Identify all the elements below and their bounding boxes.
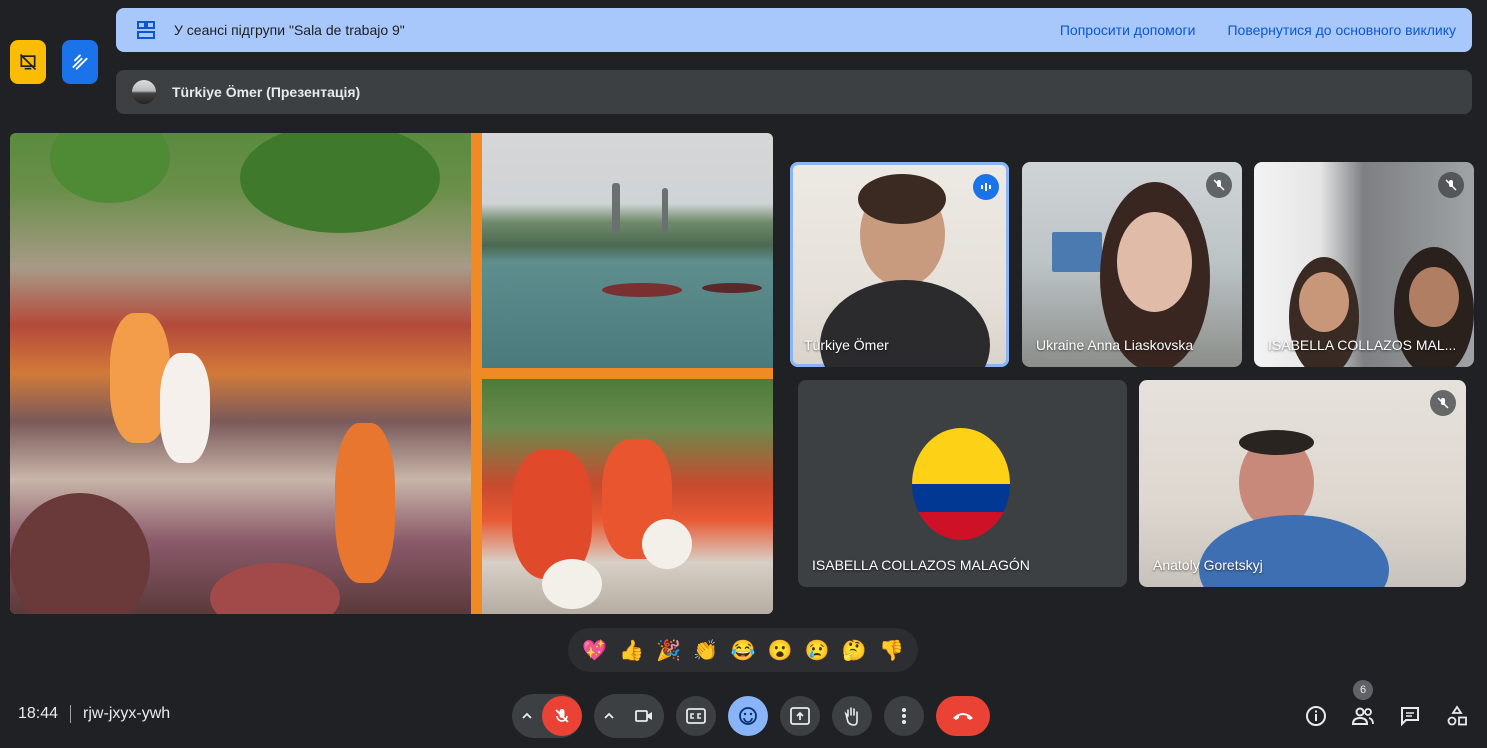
people-icon: [1351, 707, 1374, 725]
presenter-avatar: [132, 80, 156, 104]
mic-toggle-button[interactable]: [542, 696, 582, 736]
return-to-main-call-button[interactable]: Повернутися до основного виклику: [1227, 22, 1456, 38]
presentation-label: Türkiye Ömer (Презентація): [172, 84, 361, 100]
clock-time: 18:44: [18, 705, 59, 722]
colombia-flag-avatar: [912, 428, 1010, 540]
audio-options-chevron-icon[interactable]: [512, 694, 542, 738]
festival-crowd-photo: [10, 133, 471, 614]
participant-name: Türkiye Ömer: [804, 337, 889, 353]
reaction-sparkling-heart[interactable]: 💖: [582, 638, 607, 663]
emoji-reactions-button[interactable]: [728, 696, 768, 736]
pen-tool-button[interactable]: [62, 40, 98, 84]
meeting-info: 18:44 rjw-jxyx-ywh: [18, 705, 170, 723]
camera-icon: [635, 710, 652, 722]
reaction-thumbs-up[interactable]: 👍: [619, 638, 644, 663]
closed-captions-icon: [686, 708, 706, 724]
participant-name: ISABELLA COLLAZOS MAL...: [1268, 337, 1457, 353]
reaction-thinking[interactable]: 🤔: [842, 638, 867, 663]
video-options-chevron-icon[interactable]: [594, 694, 624, 738]
leave-call-button[interactable]: [936, 696, 990, 736]
reaction-thumbs-down[interactable]: 👎: [879, 638, 904, 663]
call-controls: [512, 694, 990, 738]
ask-for-help-button[interactable]: Попросити допомоги: [1060, 22, 1196, 38]
pen-icon: [72, 54, 88, 70]
participant-name: Ukraine Anna Liaskovska: [1036, 337, 1194, 353]
mic-off-icon: [1438, 172, 1464, 198]
mic-off-icon: [555, 709, 569, 723]
present-screen-icon: [790, 707, 810, 725]
breakout-room-title: У сеансі підгрупи "Sala de trabajo 9": [174, 22, 405, 38]
divider: [70, 705, 72, 723]
breakout-room-banner: У сеансі підгрупи "Sala de trabajo 9" По…: [116, 8, 1472, 52]
reaction-clapping[interactable]: 👏: [693, 638, 718, 663]
participant-tile[interactable]: ISABELLA COLLAZOS MALAGÓN: [798, 380, 1127, 587]
more-vertical-icon: [902, 708, 906, 724]
people-button[interactable]: 6: [1347, 680, 1379, 732]
side-panel-controls: 6: [1285, 680, 1473, 732]
mic-off-icon: [1430, 390, 1456, 416]
reaction-party-popper[interactable]: 🎉: [656, 638, 681, 663]
reaction-crying[interactable]: 😢: [805, 638, 830, 663]
end-call-icon: [953, 713, 973, 720]
river-boats-photo: [482, 133, 773, 368]
marching-band-photo: [482, 379, 773, 614]
presentation-stage: [10, 133, 773, 614]
captions-button[interactable]: [676, 696, 716, 736]
reaction-surprised[interactable]: 😮: [768, 638, 793, 663]
slides-off-icon: [19, 53, 37, 71]
chat-button[interactable]: [1394, 700, 1426, 732]
present-screen-button[interactable]: [780, 696, 820, 736]
camera-control-group: [594, 694, 664, 738]
participant-tile[interactable]: Anatoly Goretskyj: [1139, 380, 1466, 587]
raise-hand-button[interactable]: [832, 696, 872, 736]
speaking-indicator-icon: [973, 174, 999, 200]
participant-tile[interactable]: ISABELLA COLLAZOS MAL...: [1254, 162, 1474, 367]
raise-hand-icon: [844, 707, 858, 726]
chat-icon: [1401, 707, 1419, 727]
participant-name: ISABELLA COLLAZOS MALAGÓN: [812, 557, 1030, 573]
people-count-badge: 6: [1353, 680, 1373, 700]
meeting-details-button[interactable]: [1300, 700, 1332, 732]
smiley-icon: [739, 707, 757, 725]
presentation-bar[interactable]: Türkiye Ömer (Презентація): [116, 70, 1472, 114]
info-icon: [1306, 706, 1326, 726]
mic-control-group: [512, 694, 582, 738]
whiteboard-button[interactable]: [10, 40, 46, 84]
reaction-tears-of-joy[interactable]: 😂: [731, 638, 756, 663]
mic-off-icon: [1206, 172, 1232, 198]
meeting-code: rjw-jxyx-ywh: [83, 705, 171, 722]
participant-tile[interactable]: Ukraine Anna Liaskovska: [1022, 162, 1242, 367]
shapes-icon: [1447, 705, 1467, 726]
participant-name: Anatoly Goretskyj: [1153, 557, 1263, 573]
breakout-room-icon: [136, 20, 156, 40]
reactions-bar: 💖 👍 🎉 👏 😂 😮 😢 🤔 👎: [568, 628, 918, 672]
participant-tile[interactable]: Türkiye Ömer: [790, 162, 1009, 367]
more-options-button[interactable]: [884, 696, 924, 736]
activities-button[interactable]: [1441, 700, 1473, 732]
camera-toggle-button[interactable]: [624, 696, 664, 736]
